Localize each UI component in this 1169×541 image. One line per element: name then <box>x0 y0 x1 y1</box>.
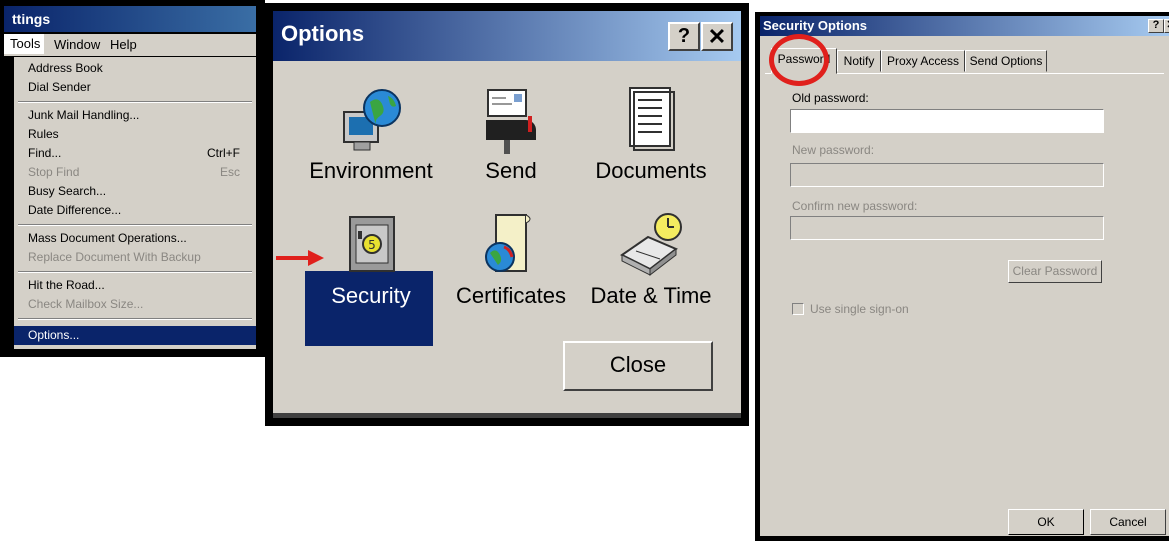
option-date-time[interactable]: Date & Time <box>581 211 721 311</box>
new-password-field <box>790 163 1104 187</box>
menu-item-find[interactable]: Find... Ctrl+F <box>14 144 256 163</box>
menu-item-replace-document: Replace Document With Backup <box>28 250 201 264</box>
single-signon-label: Use single sign-on <box>810 302 909 316</box>
menu-item-check-mailbox-size: Check Mailbox Size... <box>28 297 144 311</box>
environment-icon <box>343 89 401 151</box>
red-arrow-icon <box>276 250 324 266</box>
option-label: Send <box>485 158 537 183</box>
option-certificates[interactable]: Certificates <box>441 211 581 311</box>
calendar-clock-icon <box>620 213 682 277</box>
help-button[interactable]: ? <box>1148 19 1164 33</box>
menu-item-rules[interactable]: Rules <box>14 125 256 144</box>
options-dialog: Options ? ✕ Environment Send Documents 5… <box>265 3 749 426</box>
dialog-bottom-edge <box>273 413 741 418</box>
tab-proxy-access[interactable]: Proxy Access <box>881 50 965 72</box>
close-icon[interactable]: ✕ <box>701 22 733 51</box>
safe-icon: 5 <box>349 216 395 272</box>
menu-item-hit-the-road[interactable]: Hit the Road... <box>14 276 256 295</box>
menubar: Tools Window Help <box>4 34 256 56</box>
option-label: Security <box>331 283 411 308</box>
menu-item-mass-document-operations[interactable]: Mass Document Operations... <box>14 229 256 248</box>
close-icon[interactable]: ✕ <box>1164 19 1169 33</box>
option-documents[interactable]: Documents <box>581 86 721 186</box>
tab-notify[interactable]: Notify <box>837 50 881 72</box>
old-password-label: Old password: <box>792 91 869 105</box>
highlight-circle <box>769 34 829 86</box>
document-icon <box>629 87 675 151</box>
ok-button[interactable]: OK <box>1008 509 1084 535</box>
security-options-dialog: Security Options ? ✕ Password Notify Pro… <box>755 12 1169 541</box>
menu-separator <box>18 101 252 103</box>
window-title: ttings <box>4 6 256 32</box>
tools-menu-panel: ttings Tools Window Help Address Book Di… <box>0 0 265 357</box>
options-title-bar: Options ? ✕ <box>273 11 741 61</box>
confirm-password-field <box>790 216 1104 240</box>
menu-item-junk-mail[interactable]: Junk Mail Handling... <box>14 106 256 125</box>
close-button[interactable]: Close <box>563 341 713 391</box>
mailbox-icon <box>486 89 536 154</box>
confirm-password-label: Confirm new password: <box>792 199 918 213</box>
dialog-title: Security Options <box>763 18 868 33</box>
help-button[interactable]: ? <box>668 22 700 51</box>
option-label: Certificates <box>455 283 567 308</box>
dialog-title: Options <box>281 21 365 46</box>
menu-separator <box>18 318 252 320</box>
tools-dropdown: Address Book Dial Sender Junk Mail Handl… <box>14 57 256 349</box>
menu-item-busy-search[interactable]: Busy Search... <box>14 182 256 201</box>
menu-separator <box>18 271 252 273</box>
option-environment[interactable]: Environment <box>301 86 441 186</box>
option-label: Documents <box>595 158 707 183</box>
menu-help[interactable]: Help <box>110 37 137 52</box>
tab-send-options[interactable]: Send Options <box>965 50 1047 72</box>
svg-text:5: 5 <box>368 238 376 252</box>
cancel-button[interactable]: Cancel <box>1090 509 1166 535</box>
new-password-label: New password: <box>792 143 875 157</box>
option-label: Environment <box>309 158 433 183</box>
old-password-field[interactable] <box>790 109 1104 133</box>
menu-separator <box>18 224 252 226</box>
option-label: Date & Time <box>590 283 712 308</box>
menu-window[interactable]: Window <box>54 37 100 52</box>
option-send[interactable]: Send <box>441 86 581 186</box>
menu-item-options[interactable]: Options... <box>14 326 256 345</box>
menu-item-date-difference[interactable]: Date Difference... <box>14 201 256 220</box>
menu-item-dial-sender[interactable]: Dial Sender <box>14 78 256 97</box>
security-title-bar: Security Options <box>760 16 1169 36</box>
menu-tools[interactable]: Tools <box>4 34 44 54</box>
single-signon-checkbox <box>792 303 804 315</box>
clear-password-button: Clear Password <box>1008 260 1102 283</box>
menu-item-stop-find: Stop Find Esc <box>28 165 240 179</box>
menu-item-address-book[interactable]: Address Book <box>14 59 256 78</box>
certificate-icon <box>485 214 531 272</box>
